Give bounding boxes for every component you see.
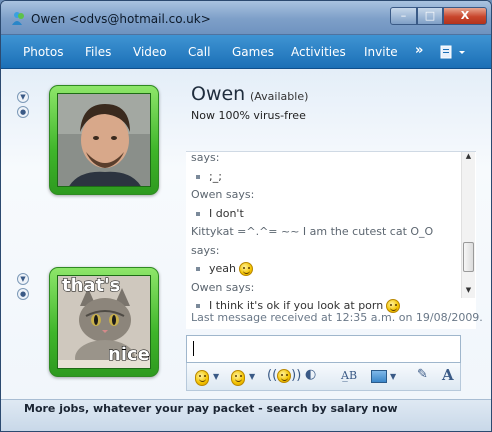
user-card-icon[interactable]: ●	[17, 288, 29, 300]
window-title: Owen <odvs@hotmail.co.uk>	[31, 12, 211, 26]
message-bullet	[196, 211, 200, 216]
background-dropdown-icon[interactable]: ▼	[390, 372, 396, 388]
history-sender-line: Kittykat =^.^= ~~ I am the cutest cat O_…	[191, 225, 434, 238]
history-sender-line: Owen says:	[191, 280, 255, 294]
menu-photos[interactable]: Photos	[23, 45, 63, 59]
font-icon[interactable]: A̲B	[341, 369, 357, 385]
voice-clip-icon[interactable]: ◐	[305, 367, 316, 383]
contact-avatar[interactable]	[49, 85, 159, 195]
menu-activities[interactable]: Activities	[291, 45, 346, 59]
smiley-emoticon-icon	[239, 262, 253, 276]
history-message: yeah	[191, 260, 461, 279]
compose-toolbar: ▼ ▼ (()) ◐ A̲B ▼ ✎ A	[186, 363, 461, 391]
minimize-button[interactable]: –	[390, 7, 417, 25]
menu-files[interactable]: Files	[85, 45, 111, 59]
user-avatar[interactable]: that's nice	[49, 267, 159, 377]
wink-menu-icon[interactable]	[231, 370, 245, 386]
scroll-up-arrow-icon[interactable]: ▲	[462, 152, 475, 164]
ad-link[interactable]: More jobs, whatever your pay packet - se…	[24, 401, 398, 417]
menu-invite[interactable]: Invite	[364, 45, 398, 59]
close-button[interactable]: X	[443, 7, 487, 25]
text-format-icon[interactable]: A	[442, 366, 454, 384]
contact-name: Owen	[191, 83, 246, 105]
contact-photo	[58, 94, 150, 186]
contact-side-controls: ▼ ●	[17, 91, 31, 121]
menu-bar: Photos Files Video Call Games Activities…	[1, 35, 491, 69]
menu-overflow-button[interactable]: »	[415, 43, 423, 58]
message-bullet	[196, 267, 200, 271]
collapse-user-button[interactable]: ▼	[17, 273, 29, 285]
contact-status: (Available)	[250, 90, 309, 103]
contact-personal-message: Now 100% virus-free	[191, 109, 306, 122]
nudge-icon[interactable]: (())	[267, 368, 301, 384]
text-cursor	[193, 341, 194, 356]
handwriting-icon[interactable]: ✎	[417, 367, 428, 383]
scroll-thumb[interactable]	[463, 242, 474, 272]
user-side-controls: ▼ ●	[17, 273, 31, 303]
history-sender-line: says:	[191, 151, 220, 164]
messenger-window: Owen <odvs@hotmail.co.uk> – □ X Photos F…	[0, 0, 492, 432]
conversation-area: ▼ ● Owen (Available) Now 100% virus-free	[1, 69, 491, 399]
avatar-caption-top: that's	[61, 275, 121, 297]
emoticon-dropdown-icon[interactable]: ▼	[213, 372, 219, 388]
history-message: I don't	[191, 205, 461, 224]
options-menu-icon[interactable]	[439, 44, 469, 60]
background-icon[interactable]	[371, 370, 387, 383]
title-bar[interactable]: Owen <odvs@hotmail.co.uk> – □ X	[1, 1, 491, 35]
message-bullet	[196, 304, 200, 308]
message-history[interactable]: says: ;_; Owen says: I don't Kittykat =^…	[186, 151, 476, 329]
history-sender-line: Owen says:	[191, 188, 255, 201]
footer-ad-bar: More jobs, whatever your pay packet - se…	[1, 399, 491, 431]
history-sender-line: says:	[191, 243, 220, 257]
last-message-timestamp: Last message received at 12:35 a.m. on 1…	[191, 311, 483, 324]
scroll-down-arrow-icon[interactable]: ▼	[462, 286, 475, 298]
wink-dropdown-icon[interactable]: ▼	[249, 372, 255, 388]
collapse-contact-button[interactable]: ▼	[17, 91, 29, 103]
history-message: ;_;	[191, 168, 461, 187]
messenger-icon	[12, 12, 24, 25]
maximize-button[interactable]: □	[417, 7, 443, 25]
menu-call[interactable]: Call	[188, 45, 210, 59]
history-scrollbar[interactable]: ▲ ▼	[461, 152, 475, 298]
emoticon-menu-icon[interactable]	[195, 370, 209, 386]
avatar-caption-bottom: nice	[108, 344, 150, 366]
menu-games[interactable]: Games	[232, 45, 274, 59]
menu-video[interactable]: Video	[133, 45, 167, 59]
message-input[interactable]	[186, 335, 461, 363]
message-bullet	[196, 174, 200, 179]
contact-card-icon[interactable]: ●	[17, 106, 29, 118]
